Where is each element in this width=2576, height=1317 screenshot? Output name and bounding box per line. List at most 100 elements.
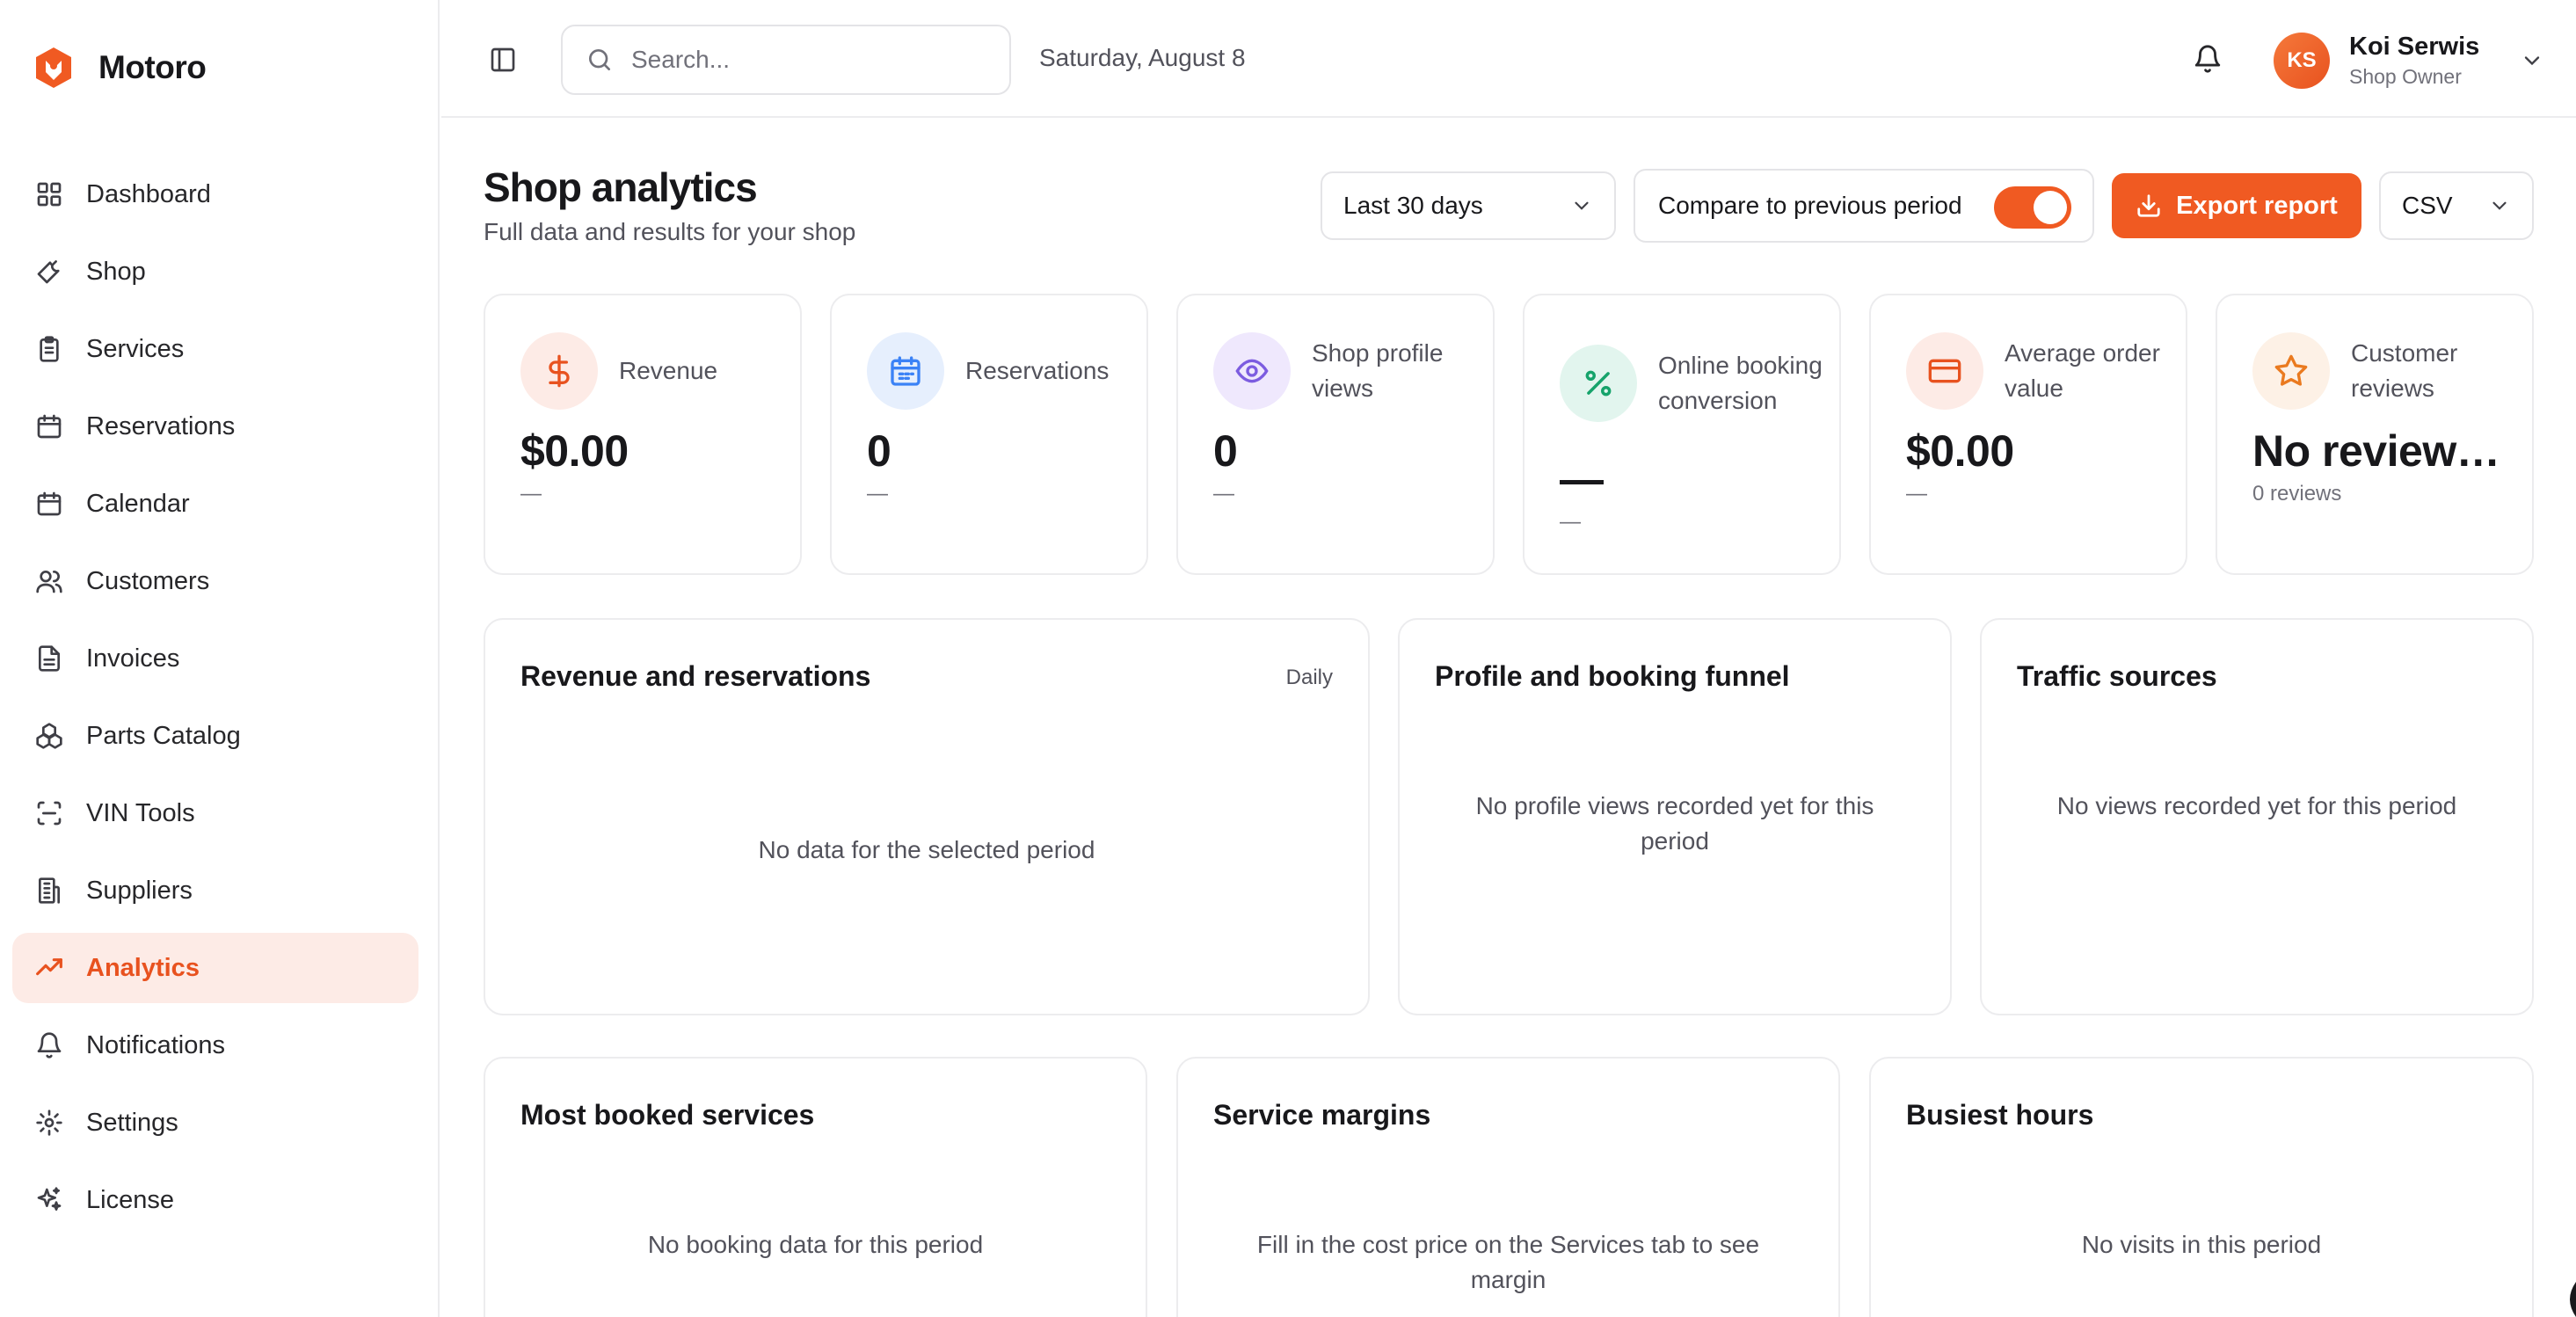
sidebar-item-label: Parts Catalog: [86, 721, 241, 750]
avatar: KS: [2274, 33, 2330, 89]
user-name: Koi Serwis: [2349, 33, 2480, 61]
sidebar-item-customers[interactable]: Customers: [12, 546, 418, 616]
sidebar-toggle-button[interactable]: [485, 42, 520, 77]
stat-value: 0: [1213, 426, 1238, 476]
service-margins-panel: Service margins Fill in the cost price o…: [1176, 1057, 1840, 1317]
stat-label: Shop profile views: [1312, 339, 1444, 402]
calendar-icon: [33, 411, 65, 442]
sidebar-item-label: Calendar: [86, 489, 190, 518]
compare-toggle[interactable]: [1994, 186, 2071, 229]
sidebar-item-suppliers[interactable]: Suppliers: [12, 855, 418, 926]
topbar: Saturday, August 8 KS Koi Serwis Shop Ow…: [441, 0, 2576, 118]
sidebar-item-shop[interactable]: Shop: [12, 236, 418, 307]
sidebar-item-invoices[interactable]: Invoices: [12, 623, 418, 694]
bell-icon: [33, 1030, 65, 1061]
export-report-button[interactable]: Export report: [2112, 173, 2361, 238]
stat-label: Reservations: [965, 357, 1110, 384]
format-select[interactable]: CSV: [2379, 171, 2534, 240]
stat-value: $0.00: [520, 426, 629, 476]
sidebar-item-label: VIN Tools: [86, 798, 195, 827]
current-date: Saturday, August 8: [1039, 44, 1246, 71]
dashboard-icon: [33, 178, 65, 210]
empty-state-message: No views recorded yet for this period: [2056, 792, 2457, 819]
busiest-hours-panel: Busiest hours No visits in this period: [1869, 1057, 2534, 1317]
wrench-icon: [33, 256, 65, 287]
building-icon: [33, 875, 65, 906]
panel-title: Service margins: [1213, 1099, 1431, 1131]
panel-title: Most booked services: [520, 1099, 815, 1131]
motoro-logo-icon: [33, 46, 74, 90]
empty-state-message: No booking data for this period: [647, 1231, 984, 1258]
sidebar-item-dashboard[interactable]: Dashboard: [12, 159, 418, 229]
stat-sub: 0 reviews: [2252, 482, 2342, 506]
user-info: Koi Serwis Shop Owner: [2349, 33, 2479, 89]
compare-label: Compare to previous period: [1658, 192, 1962, 219]
page-subtitle: Full data and results for your shop: [484, 218, 856, 245]
dollar-icon: [520, 332, 598, 410]
gear-icon: [33, 1107, 65, 1139]
percent-icon: [1560, 345, 1637, 422]
sidebar-item-parts-catalog[interactable]: Parts Catalog: [12, 701, 418, 771]
sidebar-item-label: Shop: [86, 257, 146, 286]
period-select[interactable]: Last 30 days: [1321, 171, 1616, 240]
stat-value: $0.00: [1906, 426, 2014, 476]
chevron-down-icon: [2520, 48, 2544, 73]
stat-label: Online booking conversion: [1658, 352, 1823, 414]
revenue-reservations-panel: Revenue and reservations Daily No data f…: [484, 618, 1370, 1015]
empty-state-message: No visits in this period: [2081, 1231, 2322, 1258]
stat-label: Average order value: [2005, 339, 2160, 402]
card-icon: [1906, 332, 1983, 410]
sidebar-item-services[interactable]: Services: [12, 314, 418, 384]
stat-value: No review…: [2252, 426, 2500, 476]
panel-title: Traffic sources: [2017, 660, 2217, 692]
bell-icon: [2193, 44, 2224, 74]
sidebar-item-calendar[interactable]: Calendar: [12, 469, 418, 539]
granularity-label: Daily: [1285, 666, 1333, 689]
stat-card-revenue: Revenue $0.00 —: [484, 294, 802, 575]
sidebar-item-notifications[interactable]: Notifications: [12, 1010, 418, 1081]
download-icon: [2136, 193, 2162, 219]
sidebar-item-label: Customers: [86, 566, 210, 595]
file-icon: [33, 643, 65, 674]
stat-value: —: [1560, 455, 1604, 504]
sparkles-icon: [33, 1184, 65, 1216]
clipboard-icon: [33, 333, 65, 365]
booking-funnel-panel: Profile and booking funnel No profile vi…: [1398, 618, 1952, 1015]
sidebar-item-label: Reservations: [86, 411, 236, 440]
period-select-value: Last 30 days: [1343, 192, 1483, 219]
stat-sub: —: [520, 482, 542, 506]
brand-name: Motoro: [98, 49, 207, 85]
user-role: Shop Owner: [2349, 65, 2462, 88]
stat-label: Customer reviews: [2351, 339, 2458, 402]
export-report-label: Export report: [2176, 191, 2338, 220]
eye-icon: [1213, 332, 1291, 410]
panel-left-icon: [489, 46, 517, 74]
calendar-icon: [33, 488, 65, 520]
sidebar-item-label: Services: [86, 334, 185, 363]
sidebar: Motoro Dashboard Shop Services Reservati…: [0, 0, 440, 1317]
boxes-icon: [33, 720, 65, 752]
user-menu[interactable]: KS Koi Serwis Shop Owner: [2274, 30, 2544, 91]
notifications-button[interactable]: [2193, 44, 2224, 76]
chevron-down-icon: [2488, 194, 2511, 217]
stat-card-average-order-value: Average order value $0.00 —: [1869, 294, 2187, 575]
sidebar-item-label: Notifications: [86, 1030, 225, 1059]
search-box[interactable]: [561, 25, 1011, 95]
empty-state-message: No profile views recorded yet for this p…: [1475, 792, 1874, 855]
sidebar-item-license[interactable]: License: [12, 1165, 418, 1235]
stat-label: Revenue: [619, 357, 718, 384]
panel-title: Revenue and reservations: [520, 660, 871, 692]
sidebar-item-label: Suppliers: [86, 876, 193, 905]
brand[interactable]: Motoro: [33, 44, 207, 91]
sidebar-item-label: Analytics: [86, 953, 200, 982]
sidebar-item-settings[interactable]: Settings: [12, 1088, 418, 1158]
search-input[interactable]: [631, 46, 983, 74]
sidebar-item-reservations[interactable]: Reservations: [12, 391, 418, 462]
stat-sub: —: [1213, 482, 1234, 506]
stat-sub: —: [1906, 482, 1927, 506]
stat-card-profile-views: Shop profile views 0 —: [1176, 294, 1495, 575]
sidebar-item-vin-tools[interactable]: VIN Tools: [12, 778, 418, 848]
sidebar-item-analytics[interactable]: Analytics: [12, 933, 418, 1003]
search-icon: [586, 46, 614, 74]
scan-icon: [33, 797, 65, 829]
